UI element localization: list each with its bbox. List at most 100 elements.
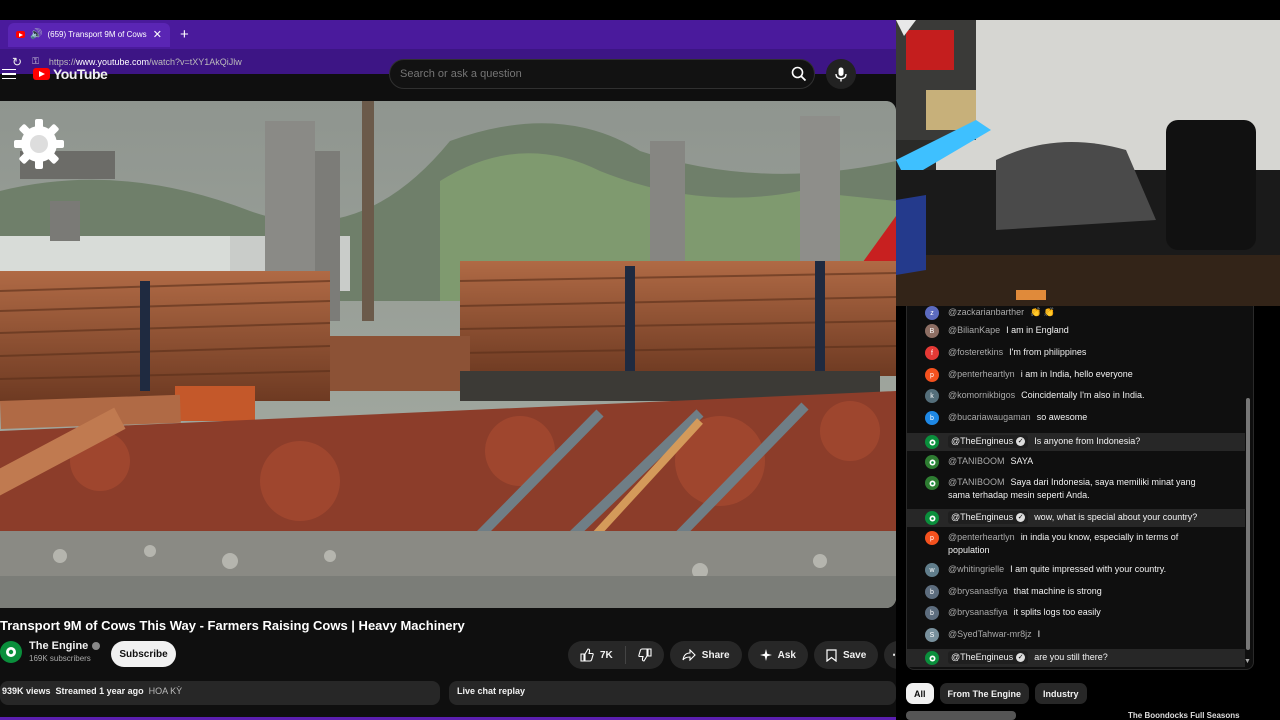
chat-username[interactable]: @BilianKape [948, 325, 1000, 335]
chat-message-text: I'm from philippines [1009, 347, 1087, 357]
youtube-logo-text: YouTube [53, 66, 108, 82]
chat-message[interactable]: @TheEngineus ✓ Is anyone from Indonesia? [907, 433, 1245, 451]
save-button[interactable]: Save [813, 641, 879, 669]
bookmark-icon [826, 648, 837, 662]
youtube-logo[interactable]: YouTube [33, 66, 108, 82]
search-icon[interactable] [784, 60, 814, 88]
verified-check-icon: ✓ [1016, 513, 1026, 522]
location-tag[interactable]: HOA KỲ [149, 686, 183, 700]
chat-message[interactable]: b @brysanasfiya it splits logs too easily [907, 606, 1245, 622]
chat-username[interactable]: @brysanasfiya [948, 586, 1008, 596]
search-input[interactable] [400, 68, 784, 80]
chat-panel: ▼ z @zackarianbarther 👏 👏 B @BilianKape I am … [896, 306, 1280, 720]
chip-from-the-engine[interactable]: From The Engine [939, 683, 1030, 704]
webcam-overlay [896, 20, 1280, 306]
like-button[interactable]: 7K [568, 646, 626, 664]
chat-message[interactable]: p @penterheartlyn i am in India, hello eve… [907, 368, 1245, 384]
chat-message[interactable]: @TheEngineus ✓ wow, what is special about … [907, 509, 1245, 527]
chat-avatar[interactable] [925, 651, 939, 665]
ask-button[interactable]: Ask [747, 641, 808, 669]
chat-message-text: wow, what is special about your country? [1034, 512, 1198, 522]
chat-avatar[interactable] [925, 511, 939, 525]
description-box[interactable]: 939K views Streamed 1 year ago HOA KỲ [0, 681, 440, 705]
chat-message-text: that machine is strong [1013, 586, 1102, 596]
chip-industry[interactable]: Industry [1035, 683, 1087, 704]
chat-avatar[interactable]: w [925, 563, 939, 577]
chat-message-text: I [1037, 629, 1041, 639]
speaker-icon[interactable]: 🔊 [30, 29, 42, 40]
chip-all[interactable]: All [906, 683, 934, 704]
browser-tab[interactable]: 🔊 (659) Transport 9M of Cows T ✕ [8, 22, 170, 47]
video-player[interactable] [0, 101, 896, 608]
chat-username[interactable]: @zackarianbarther [948, 307, 1024, 317]
chat-message[interactable]: S @SyedTahwar-mr8jz I [907, 628, 1245, 644]
chat-message[interactable]: w @whitingrielle I am quite impressed with… [907, 563, 1245, 579]
video-title: Transport 9M of Cows This Way - Farmers … [0, 618, 465, 633]
chat-message[interactable]: f @fosteretkins I'm from philippines [907, 346, 1245, 362]
chat-username[interactable]: @TANIBOOM [948, 456, 1004, 466]
video-frame [0, 101, 896, 608]
chat-username[interactable]: @penterheartlyn [948, 532, 1015, 542]
share-button[interactable]: Share [669, 641, 742, 669]
chat-username[interactable]: @whitingrielle [948, 564, 1004, 574]
chat-username[interactable]: @fosteretkins [948, 347, 1003, 357]
next-video-thumbnail[interactable] [906, 711, 1016, 720]
chat-username[interactable]: @TheEngineus ✓ [948, 511, 1029, 524]
chat-avatar[interactable]: z [925, 306, 939, 320]
close-icon[interactable]: ✕ [153, 28, 162, 41]
chat-username[interactable]: @TANIBOOM [948, 477, 1004, 487]
subscriber-count: 169K subscribers [29, 654, 91, 663]
youtube-play-icon [33, 68, 50, 80]
chat-message[interactable]: @TANIBOOM SAYA [907, 455, 1245, 471]
chat-avatar[interactable]: b [925, 585, 939, 599]
microphone-icon[interactable] [826, 59, 856, 89]
next-video-item[interactable]: The Boondocks Full Seasons [906, 711, 1254, 720]
next-video-title[interactable]: The Boondocks Full Seasons [1128, 711, 1240, 720]
share-icon [682, 649, 696, 661]
verified-check-icon: ✓ [1016, 653, 1026, 662]
screen: 🔊 (659) Transport 9M of Cows T ✕ + ↻ ⚿ h… [0, 0, 1280, 720]
chat-avatar[interactable]: p [925, 531, 939, 545]
chat-message-text: are you still there? [1034, 652, 1108, 662]
chat-username[interactable]: @penterheartlyn [948, 369, 1015, 379]
chat-avatar[interactable] [925, 435, 939, 449]
tab-title: (659) Transport 9M of Cows T [47, 30, 148, 39]
channel-avatar[interactable] [0, 640, 22, 663]
chat-avatar[interactable]: k [925, 389, 939, 403]
chat-message-text: it splits logs too easily [1013, 607, 1101, 617]
chat-avatar[interactable] [925, 455, 939, 469]
live-chat-replay-bar[interactable]: Live chat replay [449, 681, 896, 705]
scroll-down-icon[interactable]: ▼ [1244, 658, 1251, 665]
chat-username[interactable]: @brysanasfiya [948, 607, 1008, 617]
chat-avatar[interactable]: b [925, 606, 939, 620]
chat-message[interactable]: b @bucariawaugaman so awesome [907, 411, 1245, 427]
new-tab-icon[interactable]: + [180, 26, 189, 43]
chat-username[interactable]: @SyedTahwar-mr8jz [948, 629, 1032, 639]
chat-avatar[interactable]: b [925, 411, 939, 425]
chat-avatar[interactable]: B [925, 324, 939, 338]
chat-avatar[interactable] [925, 476, 939, 490]
chat-avatar[interactable]: f [925, 346, 939, 360]
chat-message[interactable]: p @penterheartlyn in india you know, espec… [907, 531, 1245, 559]
channel-name[interactable]: The Engine [29, 640, 88, 652]
chat-message[interactable]: k @komornikbigos Coincidentally I'm also i… [907, 389, 1245, 405]
chat-message[interactable]: @TANIBOOM Saya dari Indonesia, saya memil… [907, 476, 1245, 504]
chat-scrollbar[interactable] [1246, 398, 1250, 650]
chat-message[interactable]: z @zackarianbarther 👏 👏 [907, 306, 1245, 320]
chat-message[interactable]: @TheEngineus ✓ are you still there? [907, 649, 1245, 667]
live-chat-box[interactable]: ▼ z @zackarianbarther 👏 👏 B @BilianKape I am … [906, 306, 1254, 670]
chat-avatar[interactable]: p [925, 368, 939, 382]
menu-icon[interactable] [2, 68, 16, 80]
channel-watermark-gear-icon [14, 119, 64, 169]
like-dislike-group: 7K [568, 641, 664, 669]
chat-username[interactable]: @komornikbigos [948, 390, 1015, 400]
subscribe-button[interactable]: Subscribe [111, 641, 176, 667]
chat-username[interactable]: @bucariawaugaman [948, 412, 1031, 422]
dislike-button[interactable] [626, 648, 664, 662]
chat-message[interactable]: B @BilianKape I am in England [907, 324, 1245, 340]
chat-username[interactable]: @TheEngineus ✓ [948, 435, 1029, 448]
chat-message[interactable]: b @brysanasfiya that machine is strong [907, 585, 1245, 601]
chat-avatar[interactable]: S [925, 628, 939, 642]
share-label: Share [701, 649, 730, 661]
chat-username[interactable]: @TheEngineus ✓ [948, 651, 1029, 664]
